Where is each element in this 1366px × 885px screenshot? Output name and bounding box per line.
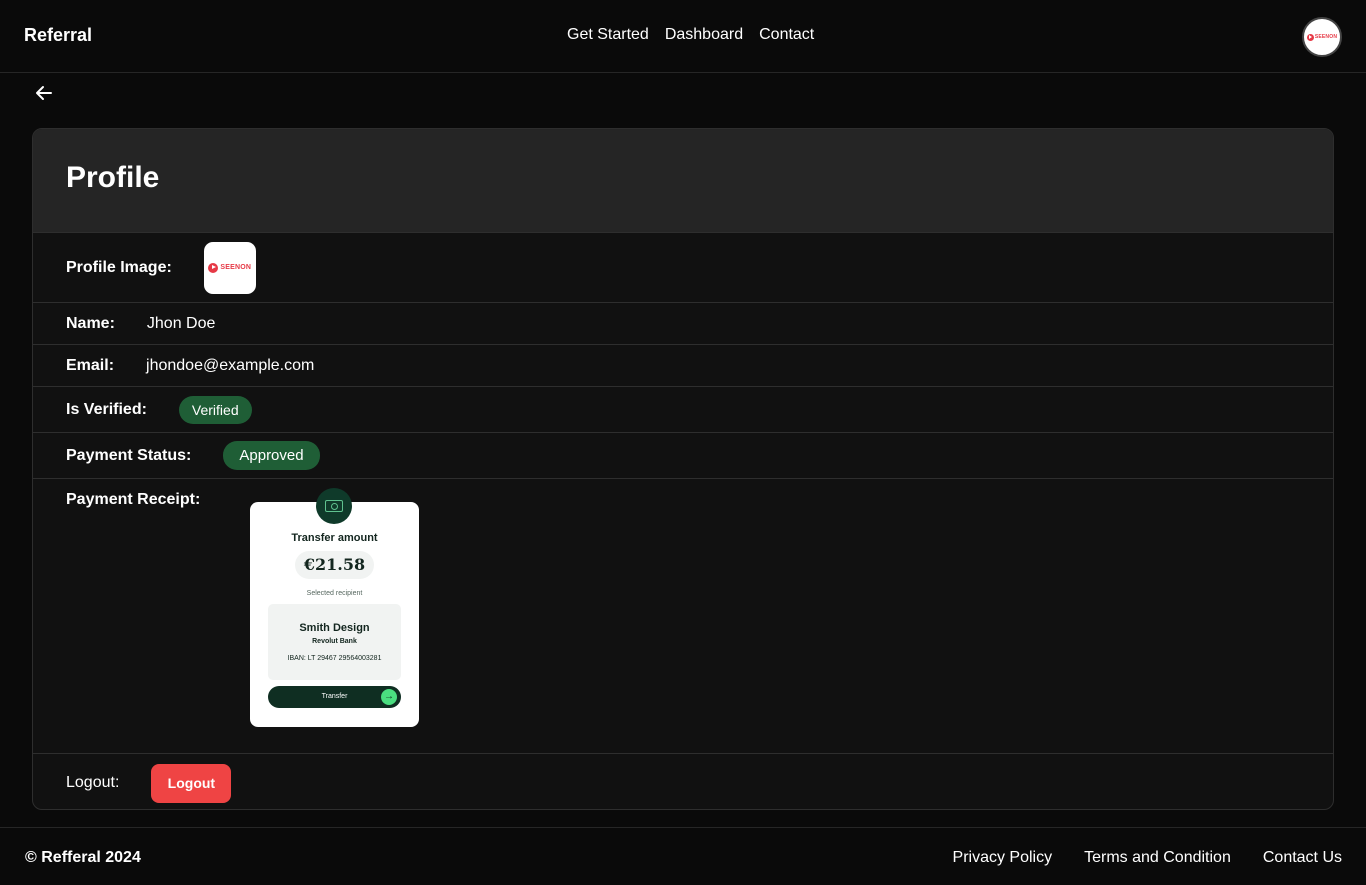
main-nav: Get Started Dashboard Contact: [567, 26, 814, 44]
brand-logo[interactable]: Referral: [24, 25, 92, 46]
footer-links: Privacy Policy Terms and Condition Conta…: [953, 849, 1342, 867]
verified-label: Is Verified:: [66, 400, 147, 418]
profile-image-label: Profile Image:: [66, 258, 172, 276]
payment-receipt-label: Payment Receipt:: [66, 491, 201, 508]
back-arrow-icon[interactable]: [32, 81, 56, 105]
receipt-iban: IBAN: LT 29467 29564003281: [287, 655, 382, 662]
email-label: Email:: [66, 356, 115, 374]
profile-card: Profile Profile Image: SEENON Name: Jhon…: [32, 128, 1334, 810]
nav-get-started[interactable]: Get Started: [567, 26, 649, 44]
footer-terms[interactable]: Terms and Condition: [1084, 849, 1231, 867]
verified-badge: Verified: [178, 395, 252, 424]
page-title: Profile: [66, 161, 160, 194]
payment-receipt-image: Transfer amount €21.58 Selected recipien…: [250, 488, 419, 727]
receipt-selected-label: Selected recipient: [306, 590, 363, 597]
email-row: Email: jhondoe@example.com: [33, 345, 1333, 387]
seenon-logo: SEENON: [208, 262, 251, 273]
receipt-recipient-name: Smith Design: [299, 622, 370, 634]
seenon-logo: SEENON: [1306, 33, 1337, 41]
arrow-right-icon: →: [381, 689, 397, 705]
footer-privacy-policy[interactable]: Privacy Policy: [953, 849, 1053, 867]
play-icon: [208, 262, 219, 273]
receipt-bank: Revolut Bank: [312, 638, 357, 645]
user-avatar[interactable]: SEENON: [1302, 17, 1342, 57]
footer: © Refferal 2024 Privacy Policy Terms and…: [0, 827, 1366, 885]
email-value: jhondoe@example.com: [146, 356, 315, 374]
name-value: Jhon Doe: [146, 314, 216, 332]
profile-image-row: Profile Image: SEENON: [33, 233, 1333, 303]
name-label: Name:: [66, 314, 115, 332]
logout-row: Logout: Logout: [33, 754, 1333, 809]
logout-button[interactable]: Logout: [151, 763, 232, 803]
payment-status-label: Payment Status:: [66, 446, 192, 464]
receipt-title: Transfer amount: [291, 532, 378, 544]
copyright: © Refferal 2024: [25, 849, 141, 866]
receipt-amount: €21.58: [295, 551, 374, 579]
payment-receipt-row: Payment Receipt: Transfer amount €21.58 …: [33, 479, 1333, 754]
play-icon: [1306, 33, 1314, 41]
payment-status-badge: Approved: [223, 441, 320, 470]
logout-label: Logout:: [66, 774, 120, 791]
name-row: Name: Jhon Doe: [33, 303, 1333, 345]
nav-dashboard[interactable]: Dashboard: [665, 26, 743, 44]
money-transfer-icon: [316, 488, 352, 524]
verified-row: Is Verified: Verified: [33, 387, 1333, 433]
receipt-transfer-button: Transfer →: [268, 686, 401, 708]
top-navbar: Referral Get Started Dashboard Contact S…: [0, 0, 1366, 73]
receipt-recipient-box: Smith Design Revolut Bank IBAN: LT 29467…: [268, 604, 401, 680]
nav-contact[interactable]: Contact: [759, 26, 814, 44]
profile-image: SEENON: [203, 241, 256, 294]
profile-card-header: Profile: [33, 129, 1333, 233]
payment-status-row: Payment Status: Approved: [33, 433, 1333, 479]
footer-contact-us[interactable]: Contact Us: [1263, 849, 1342, 867]
